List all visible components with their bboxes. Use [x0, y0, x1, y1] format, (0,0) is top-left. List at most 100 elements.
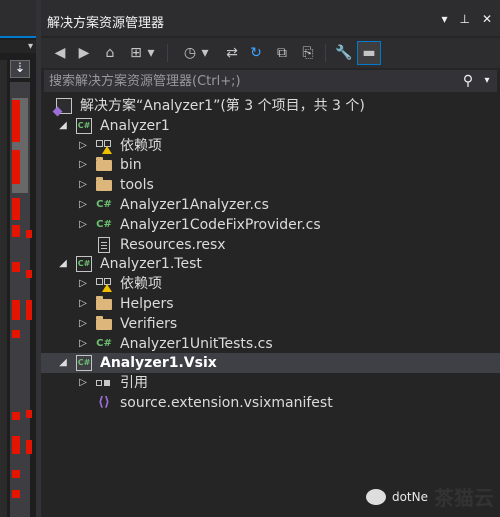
collapsed-arrow-icon[interactable]: ▷	[76, 215, 90, 235]
tree-item[interactable]: ▷ C# Analyzer1CodeFixProvider.cs	[41, 215, 500, 235]
watermark: dotNe 茶猫云	[365, 482, 494, 511]
editor-dropdown-button[interactable]: ▾	[0, 40, 36, 53]
dependencies-icon	[96, 138, 112, 154]
tree-item[interactable]: ◢ C# Analyzer1.Test	[41, 254, 500, 274]
split-editor-button[interactable]: ⇣	[10, 60, 30, 78]
back-icon[interactable]: ◀	[49, 42, 71, 64]
scrollbar-error-marker	[12, 470, 20, 478]
csharp-project-icon: C#	[76, 117, 92, 134]
scrollbar-error-marker	[26, 270, 32, 278]
folder-icon	[96, 157, 112, 172]
tree-item-label: Analyzer1Analyzer.cs	[120, 197, 269, 213]
tree-item[interactable]: ▷ tools	[41, 175, 500, 195]
scrollbar-error-marker	[12, 490, 20, 498]
preview-icon[interactable]: ▬	[357, 41, 381, 65]
watermark-brand: 茶猫云	[434, 486, 494, 510]
tree-item[interactable]: ▷ bin	[41, 155, 500, 175]
expanded-arrow-icon[interactable]: ◢	[56, 254, 70, 274]
switch-views-dropdown[interactable]: ▾	[145, 42, 157, 64]
tree-item-label: Helpers	[120, 296, 174, 312]
tree-item[interactable]: ▷ 依赖项	[41, 274, 500, 294]
panel-title: 解决方案资源管理器	[47, 16, 165, 31]
resource-file-icon	[98, 236, 110, 253]
scrollbar-error-marker	[12, 330, 20, 338]
scrollbar-error-marker	[12, 412, 20, 420]
editor-tab-strip	[0, 0, 41, 36]
panel-titlebar: 解决方案资源管理器 ▾ ⊥ ✕	[41, 0, 500, 36]
properties-icon[interactable]: 🔧	[333, 42, 355, 64]
tree-item[interactable]: ◢ C# Analyzer1.Vsix	[41, 353, 500, 374]
tree-item[interactable]: ▷ C# Analyzer1UnitTests.cs	[41, 334, 500, 354]
collapsed-arrow-icon[interactable]: ▷	[76, 175, 90, 195]
collapsed-arrow-icon[interactable]: ▷	[76, 274, 90, 294]
tree-item[interactable]: Resources.resx	[41, 235, 500, 255]
scrollbar-error-marker	[12, 225, 20, 237]
solution-icon	[56, 98, 72, 114]
explorer-toolbar: ◀ ▶ ⌂ ⊞ ▾ ◷ ▾ ⇄ ↻ ⧉ ⎘ 🔧 ▬	[41, 38, 500, 68]
csharp-project-icon: C#	[76, 256, 92, 273]
tree-item-label: Resources.resx	[120, 236, 226, 253]
tree-item-label: source.extension.vsixmanifest	[120, 395, 333, 411]
collapsed-arrow-icon[interactable]: ▷	[76, 334, 90, 354]
collapsed-arrow-icon[interactable]: ▷	[76, 373, 90, 393]
collapsed-arrow-icon[interactable]: ▷	[76, 155, 90, 175]
folder-icon	[96, 177, 112, 192]
collapsed-arrow-icon[interactable]: ▷	[76, 294, 90, 314]
tree-item-label: Analyzer1.Vsix	[100, 355, 217, 372]
pin-icon[interactable]: ⊥	[459, 12, 469, 26]
dependencies-icon	[96, 276, 112, 293]
collapsed-arrow-icon[interactable]: ▷	[76, 195, 90, 215]
expanded-arrow-icon[interactable]: ◢	[56, 116, 70, 136]
toolbar-separator	[325, 44, 326, 62]
scrollbar-error-marker	[26, 230, 32, 238]
show-all-files-icon[interactable]: ⎘	[297, 42, 319, 64]
home-icon[interactable]: ⌂	[99, 42, 121, 64]
tree-item-label: bin	[120, 157, 142, 174]
tree-item[interactable]: ▷ Verifiers	[41, 314, 500, 334]
window-position-dropdown-icon[interactable]: ▾	[441, 12, 447, 26]
forward-icon[interactable]: ▶	[73, 42, 95, 64]
collapsed-arrow-icon[interactable]: ▷	[76, 136, 90, 156]
tree-item[interactable]: ◢ C# Analyzer1	[41, 116, 500, 136]
tree-item[interactable]: ▷ 引用	[41, 373, 500, 393]
collapse-all-icon[interactable]: ⧉	[271, 42, 293, 64]
tree-item-label: tools	[120, 177, 154, 194]
toolbar-separator	[167, 44, 168, 62]
tree-item[interactable]: ▷ 依赖项	[41, 136, 500, 156]
scrollbar-error-marker	[12, 436, 20, 454]
search-box: ⚲ ▾	[44, 70, 497, 92]
csharp-project-icon: C#	[76, 355, 92, 372]
switch-views-icon[interactable]: ⊞	[125, 42, 147, 64]
folder-icon	[96, 315, 112, 330]
scrollbar-error-marker	[12, 262, 20, 272]
scrollbar-error-marker	[26, 300, 32, 320]
references-icon	[96, 375, 112, 391]
collapsed-arrow-icon[interactable]: ▷	[76, 314, 90, 334]
scrollbar-error-marker	[12, 100, 20, 142]
tree-item-label: Analyzer1.Test	[100, 256, 202, 273]
search-input[interactable]	[44, 70, 454, 92]
tree-item[interactable]: ⟨⟩ source.extension.vsixmanifest	[41, 393, 500, 413]
vsix-manifest-icon: ⟨⟩	[98, 395, 110, 410]
pending-changes-dropdown[interactable]: ▾	[199, 42, 211, 64]
wechat-logo-icon	[365, 488, 386, 505]
search-options-dropdown-icon[interactable]: ▾	[481, 72, 493, 90]
scrollbar-error-marker	[26, 410, 32, 418]
tree-item-label: Analyzer1	[100, 117, 170, 134]
tree-item[interactable]: ▷ Helpers	[41, 294, 500, 314]
tree-item[interactable]: ▷ C# Analyzer1Analyzer.cs	[41, 195, 500, 215]
csharp-file-icon: C#	[96, 218, 112, 230]
search-icon[interactable]: ⚲	[459, 72, 477, 90]
expanded-arrow-icon[interactable]: ◢	[56, 353, 70, 373]
editor-margin	[0, 60, 7, 517]
close-icon[interactable]: ✕	[482, 12, 492, 26]
scrollbar-error-marker	[12, 150, 20, 184]
tree-item-label: 依赖项	[120, 137, 162, 154]
editor-area: ▾ ⇣	[0, 0, 41, 517]
pending-changes-icon[interactable]: ◷	[179, 42, 201, 64]
refresh-icon[interactable]: ↻	[245, 42, 267, 64]
scrollbar-error-marker	[12, 300, 20, 320]
sync-icon[interactable]: ⇄	[221, 42, 243, 64]
tree-item-label: 依赖项	[120, 276, 162, 293]
solution-node[interactable]: 解决方案“Analyzer1”(第 3 个项目，共 3 个)	[41, 96, 500, 116]
